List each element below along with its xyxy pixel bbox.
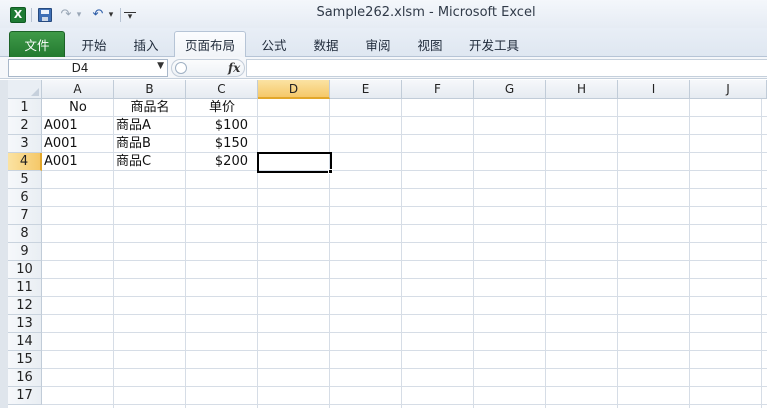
gridline: [42, 368, 767, 369]
column-header-b[interactable]: B: [114, 80, 186, 99]
row-header-9[interactable]: 9: [8, 243, 42, 261]
column-header-c[interactable]: C: [186, 80, 258, 99]
cell-c1[interactable]: 单价: [186, 99, 258, 117]
row-header-17[interactable]: 17: [8, 387, 42, 405]
column-header-d[interactable]: D: [258, 80, 330, 99]
cell-b2[interactable]: 商品A: [114, 117, 186, 135]
column-header-a[interactable]: A: [42, 80, 114, 99]
row-header-13[interactable]: 13: [8, 315, 42, 333]
gridline: [42, 260, 767, 261]
row-header-6[interactable]: 6: [8, 189, 42, 207]
fill-handle[interactable]: [328, 169, 333, 174]
cell-a3[interactable]: A001: [42, 135, 114, 153]
cell-b4[interactable]: 商品C: [114, 153, 186, 171]
column-header-j[interactable]: J: [690, 80, 767, 99]
row-header-16[interactable]: 16: [8, 369, 42, 387]
gridline: [42, 296, 767, 297]
cell-a1[interactable]: No: [42, 99, 114, 117]
cell-a2[interactable]: A001: [42, 117, 114, 135]
window-title: Sample262.xlsm - Microsoft Excel: [316, 5, 536, 20]
row-header-1[interactable]: 1: [8, 99, 42, 117]
cell-b3[interactable]: 商品B: [114, 135, 186, 153]
row-header-4[interactable]: 4: [8, 153, 42, 171]
gridline: [42, 278, 767, 279]
column-header-f[interactable]: F: [402, 80, 474, 99]
column-header-h[interactable]: H: [546, 80, 618, 99]
gridline: [42, 314, 767, 315]
tab-view[interactable]: 视图: [406, 31, 454, 57]
gridline: [42, 332, 767, 333]
cell-b1[interactable]: 商品名: [114, 99, 186, 117]
gridline: [42, 386, 767, 387]
row-header-8[interactable]: 8: [8, 225, 42, 243]
cell-c2[interactable]: $100: [186, 117, 258, 135]
tab-review[interactable]: 审阅: [354, 31, 402, 57]
formula-controls: fx: [171, 59, 245, 77]
formula-input[interactable]: [246, 59, 767, 77]
column-header-i[interactable]: I: [618, 80, 690, 99]
spreadsheet-grid[interactable]: A B C D E F G H I J 1 2 3 4 5 6 7 8 9 10…: [0, 80, 767, 408]
column-header-e[interactable]: E: [330, 80, 402, 99]
name-box[interactable]: D4 ▼: [8, 59, 168, 77]
tab-page-layout[interactable]: 页面布局: [174, 31, 246, 58]
tab-insert[interactable]: 插入: [122, 31, 170, 57]
gridline: [617, 99, 618, 408]
gridline: [42, 188, 767, 189]
tab-developer[interactable]: 开发工具: [458, 31, 530, 57]
tab-data[interactable]: 数据: [302, 31, 350, 57]
column-header-g[interactable]: G: [474, 80, 546, 99]
tab-home[interactable]: 开始: [70, 31, 118, 57]
cell-c4[interactable]: $200: [186, 153, 258, 171]
row-header-11[interactable]: 11: [8, 279, 42, 297]
row-header-14[interactable]: 14: [8, 333, 42, 351]
title-bar: X ↷ ▾ ↶ ▾ ▾ Sample262.xlsm - Microsoft E…: [0, 0, 767, 28]
tab-file[interactable]: 文件: [9, 31, 65, 57]
gridline: [42, 206, 767, 207]
row-header-12[interactable]: 12: [8, 297, 42, 315]
row-header-3[interactable]: 3: [8, 135, 42, 153]
gridline: [329, 99, 330, 408]
window-edge: [0, 80, 8, 408]
resize-handle-icon[interactable]: [175, 62, 187, 74]
active-cell-d4[interactable]: [257, 152, 332, 173]
gridline: [473, 99, 474, 408]
gridline: [761, 99, 762, 408]
formula-bar: D4 ▼ fx: [0, 57, 767, 79]
ribbon-tab-bar: 文件 开始 插入 页面布局 公式 数据 审阅 视图 开发工具: [0, 28, 767, 58]
row-header-5[interactable]: 5: [8, 171, 42, 189]
insert-function-button[interactable]: fx: [228, 60, 240, 76]
gridline: [42, 224, 767, 225]
gridline: [401, 99, 402, 408]
gridline: [689, 99, 690, 408]
row-header-15[interactable]: 15: [8, 351, 42, 369]
row-header-10[interactable]: 10: [8, 261, 42, 279]
gridline: [545, 99, 546, 408]
gridline: [42, 350, 767, 351]
cell-c3[interactable]: $150: [186, 135, 258, 153]
chevron-down-icon[interactable]: ▼: [157, 61, 164, 71]
cell-a4[interactable]: A001: [42, 153, 114, 171]
tab-formulas[interactable]: 公式: [250, 31, 298, 57]
gridline: [42, 242, 767, 243]
row-header-7[interactable]: 7: [8, 207, 42, 225]
row-header-2[interactable]: 2: [8, 117, 42, 135]
name-box-value: D4: [71, 61, 89, 75]
select-all-button[interactable]: [8, 80, 42, 99]
gridline: [42, 404, 767, 405]
